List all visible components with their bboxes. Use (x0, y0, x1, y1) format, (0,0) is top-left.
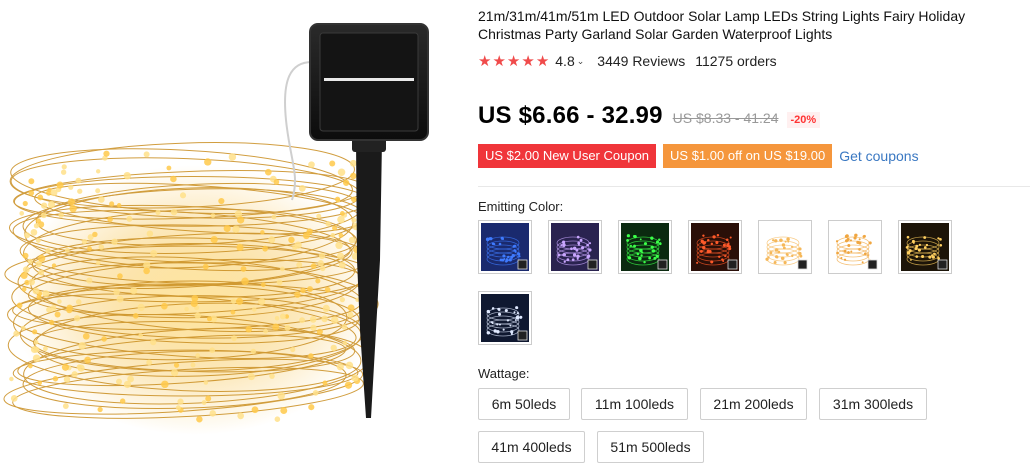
product-title: 21m/31m/41m/51m LED Outdoor Solar Lamp L… (478, 8, 966, 42)
wattage-option-3[interactable]: 21m 200leds (700, 388, 807, 420)
wattage-option-1[interactable]: 6m 50leds (478, 388, 570, 420)
star-icon: ★ (492, 52, 506, 70)
blue-lights-thumbnail (481, 223, 529, 271)
color-option-1[interactable] (478, 220, 532, 274)
color-option-7[interactable] (898, 220, 952, 274)
get-coupons-link[interactable]: Get coupons (839, 148, 918, 164)
price-row: US $6.66 - 32.99 US $8.33 - 41.24 -20% (478, 102, 821, 130)
warm-white-cold-white-thumbnail (761, 223, 809, 271)
rating-row: ★ ★ ★ ★ ★ 4.8 ⌄ 3449 Reviews 11275 orders (478, 52, 777, 70)
color-option-4[interactable] (688, 220, 742, 274)
orders-count: 11275 orders (695, 53, 777, 69)
new-user-coupon[interactable]: US $2.00 New User Coupon (478, 144, 657, 168)
red-lights-thumbnail (691, 223, 739, 271)
cold-white-lights-thumbnail (481, 294, 529, 342)
star-icon: ★ (535, 52, 550, 70)
wattage-option-5[interactable]: 41m 400leds (478, 431, 585, 463)
color-option-8[interactable] (478, 291, 532, 345)
chevron-down-icon[interactable]: ⌄ (577, 56, 585, 67)
reviews-count[interactable]: 3449 Reviews (597, 53, 685, 69)
discount-badge: -20% (786, 112, 821, 128)
warm-white-dark-thumbnail (901, 223, 949, 271)
divider (478, 186, 1030, 187)
original-price: US $8.33 - 41.24 (672, 110, 779, 126)
star-icon: ★ (521, 52, 535, 70)
warm-white-solar-thumbnail (831, 223, 879, 271)
star-icon: ★ (506, 52, 521, 70)
star-rating: ★ ★ ★ ★ ★ (478, 54, 549, 69)
rating-value[interactable]: 4.8 (555, 53, 574, 69)
color-option-6[interactable] (828, 220, 882, 274)
wattage-option-4[interactable]: 31m 300leds (819, 388, 927, 420)
store-coupon[interactable]: US $1.00 off on US $19.00 (663, 144, 833, 168)
star-icon: ★ (478, 52, 492, 70)
wattage-option-6[interactable]: 51m 500leds (597, 431, 704, 463)
wattage-label: Wattage: (478, 366, 530, 381)
emitting-color-label: Emitting Color: (478, 199, 564, 214)
wattage-option-2[interactable]: 11m 100leds (581, 388, 688, 420)
coupon-row: US $2.00 New User Coupon US $1.00 off on… (478, 144, 919, 168)
green-lights-thumbnail (621, 223, 669, 271)
color-option-2[interactable] (548, 220, 602, 274)
current-price: US $6.66 - 32.99 (478, 102, 663, 129)
solar-fairy-lights-image (3, 23, 429, 435)
color-option-5[interactable] (758, 220, 812, 274)
multicolor-lights-thumbnail (551, 223, 599, 271)
product-main-image[interactable] (0, 0, 468, 468)
color-option-3[interactable] (618, 220, 672, 274)
